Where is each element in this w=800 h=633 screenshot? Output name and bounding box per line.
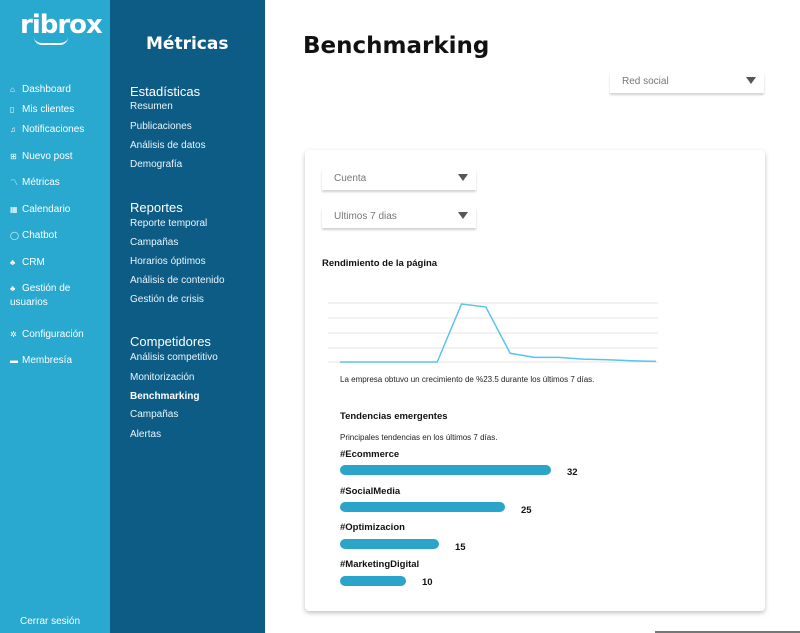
- chevron-down-icon: [458, 174, 468, 181]
- submenu-item-alertas[interactable]: Alertas: [130, 429, 161, 440]
- performance-title: Rendimiento de la página: [322, 258, 438, 269]
- submenu-item-publicaciones[interactable]: Publicaciones: [130, 121, 192, 132]
- submenu-item-demografia[interactable]: Demografía: [130, 159, 182, 170]
- trend-bar: [340, 502, 505, 512]
- nav-item-mis-clientes[interactable]: ▯ Mis clientes: [10, 103, 74, 117]
- submenu-item-analisis-datos[interactable]: Análisis de datos: [130, 140, 206, 151]
- nav-item-calendario[interactable]: ▦ Calendario: [10, 203, 70, 217]
- submenu-item-monitorizacion[interactable]: Monitorización: [130, 372, 194, 383]
- panel-title: Métricas: [146, 34, 229, 54]
- trend-bar: [340, 465, 551, 475]
- logo-smile-arc: [34, 37, 68, 45]
- trend-bar: [340, 576, 406, 586]
- trend-value: 15: [455, 542, 466, 553]
- nav-item-metricas[interactable]: 〽 Métricas: [10, 176, 60, 190]
- users-icon: ♣: [10, 284, 16, 293]
- logout-link[interactable]: Cerrar sesión: [20, 616, 80, 627]
- submenu-item-reporte-temporal[interactable]: Reporte temporal: [130, 218, 207, 229]
- trend-value: 32: [567, 467, 578, 478]
- trend-tag: #Optimizacion: [340, 522, 405, 533]
- group-heading-competidores: Competidores: [130, 334, 211, 349]
- chevron-down-icon: [746, 77, 756, 84]
- trends-subtitle: Principales tendencias en los últimos 7 …: [340, 433, 498, 442]
- trend-tag: #MarketingDigital: [340, 559, 420, 570]
- nav-item-nuevo-post[interactable]: ⊞ Nuevo post: [10, 150, 73, 164]
- submenu-item-gestion-crisis[interactable]: Gestión de crisis: [130, 294, 204, 305]
- trends-title: Tendencias emergentes: [340, 411, 448, 422]
- card-icon: ▬: [10, 356, 18, 365]
- growth-note: La empresa obtuvo un crecimiento de %23.…: [340, 375, 595, 384]
- trend-value: 25: [521, 505, 532, 516]
- period-select[interactable]: Ultimos 7 dias: [322, 208, 476, 228]
- trend-tag: #Ecommerce: [340, 449, 400, 460]
- submenu-item-horarios-optimos[interactable]: Horarios óptimos: [130, 256, 206, 267]
- nav-item-dashboard[interactable]: ⌂ Dashboard: [10, 83, 71, 97]
- submenu-item-resumen[interactable]: Resumen: [130, 101, 173, 112]
- calendar-icon: ▦: [10, 205, 18, 214]
- home-icon: ⌂: [10, 85, 15, 94]
- submenu-item-campanas[interactable]: Campañas: [130, 237, 178, 248]
- trend-value: 10: [422, 577, 433, 588]
- brand-logo[interactable]: ribrox: [20, 10, 103, 40]
- trend-bar: [340, 539, 439, 549]
- nav-item-crm[interactable]: ♣ CRM: [10, 256, 45, 270]
- people-icon: ♣: [10, 258, 16, 267]
- submenu-item-analisis-competitivo[interactable]: Análisis competitivo: [130, 352, 218, 363]
- chevron-down-icon: [458, 212, 468, 219]
- account-select[interactable]: Cuenta: [322, 170, 476, 190]
- nav-item-configuracion[interactable]: ✲ Configuración: [10, 328, 84, 342]
- trend-tag: #SocialMedia: [340, 486, 401, 497]
- social-network-select[interactable]: Red social: [610, 73, 764, 93]
- group-heading-estadisticas: Estadísticas: [130, 84, 201, 99]
- performance-line-chart: [328, 302, 658, 363]
- submenu-item-analisis-contenido[interactable]: Análisis de contenido: [130, 275, 225, 286]
- submenu-item-campanas-competidores[interactable]: Campañas: [130, 409, 178, 420]
- trend-icon: 〽: [10, 178, 18, 187]
- nav-item-gestion-usuarios[interactable]: ♣ Gestión de usuarios: [10, 282, 105, 310]
- group-heading-reportes: Reportes: [130, 200, 183, 215]
- chat-icon: ◯: [10, 231, 19, 240]
- plus-square-icon: ⊞: [10, 152, 17, 161]
- gear-icon: ✲: [10, 330, 17, 339]
- metrics-submenu-panel: Métricas Estadísticas Resumen Publicacio…: [110, 0, 265, 633]
- nav-item-membresia[interactable]: ▬ Membresía: [10, 354, 72, 368]
- page-title: Benchmarking: [303, 33, 490, 59]
- nav-item-notificaciones[interactable]: ♫ Notificaciones: [10, 123, 84, 137]
- nav-item-chatbot[interactable]: ◯ Chatbot: [10, 229, 57, 243]
- bell-icon: ♫: [10, 125, 16, 134]
- main-nav-rail: ribrox ⌂ Dashboard ▯ Mis clientes ♫ Notific…: [0, 0, 110, 633]
- phone-icon: ▯: [10, 105, 15, 114]
- submenu-item-benchmarking[interactable]: Benchmarking: [130, 391, 199, 402]
